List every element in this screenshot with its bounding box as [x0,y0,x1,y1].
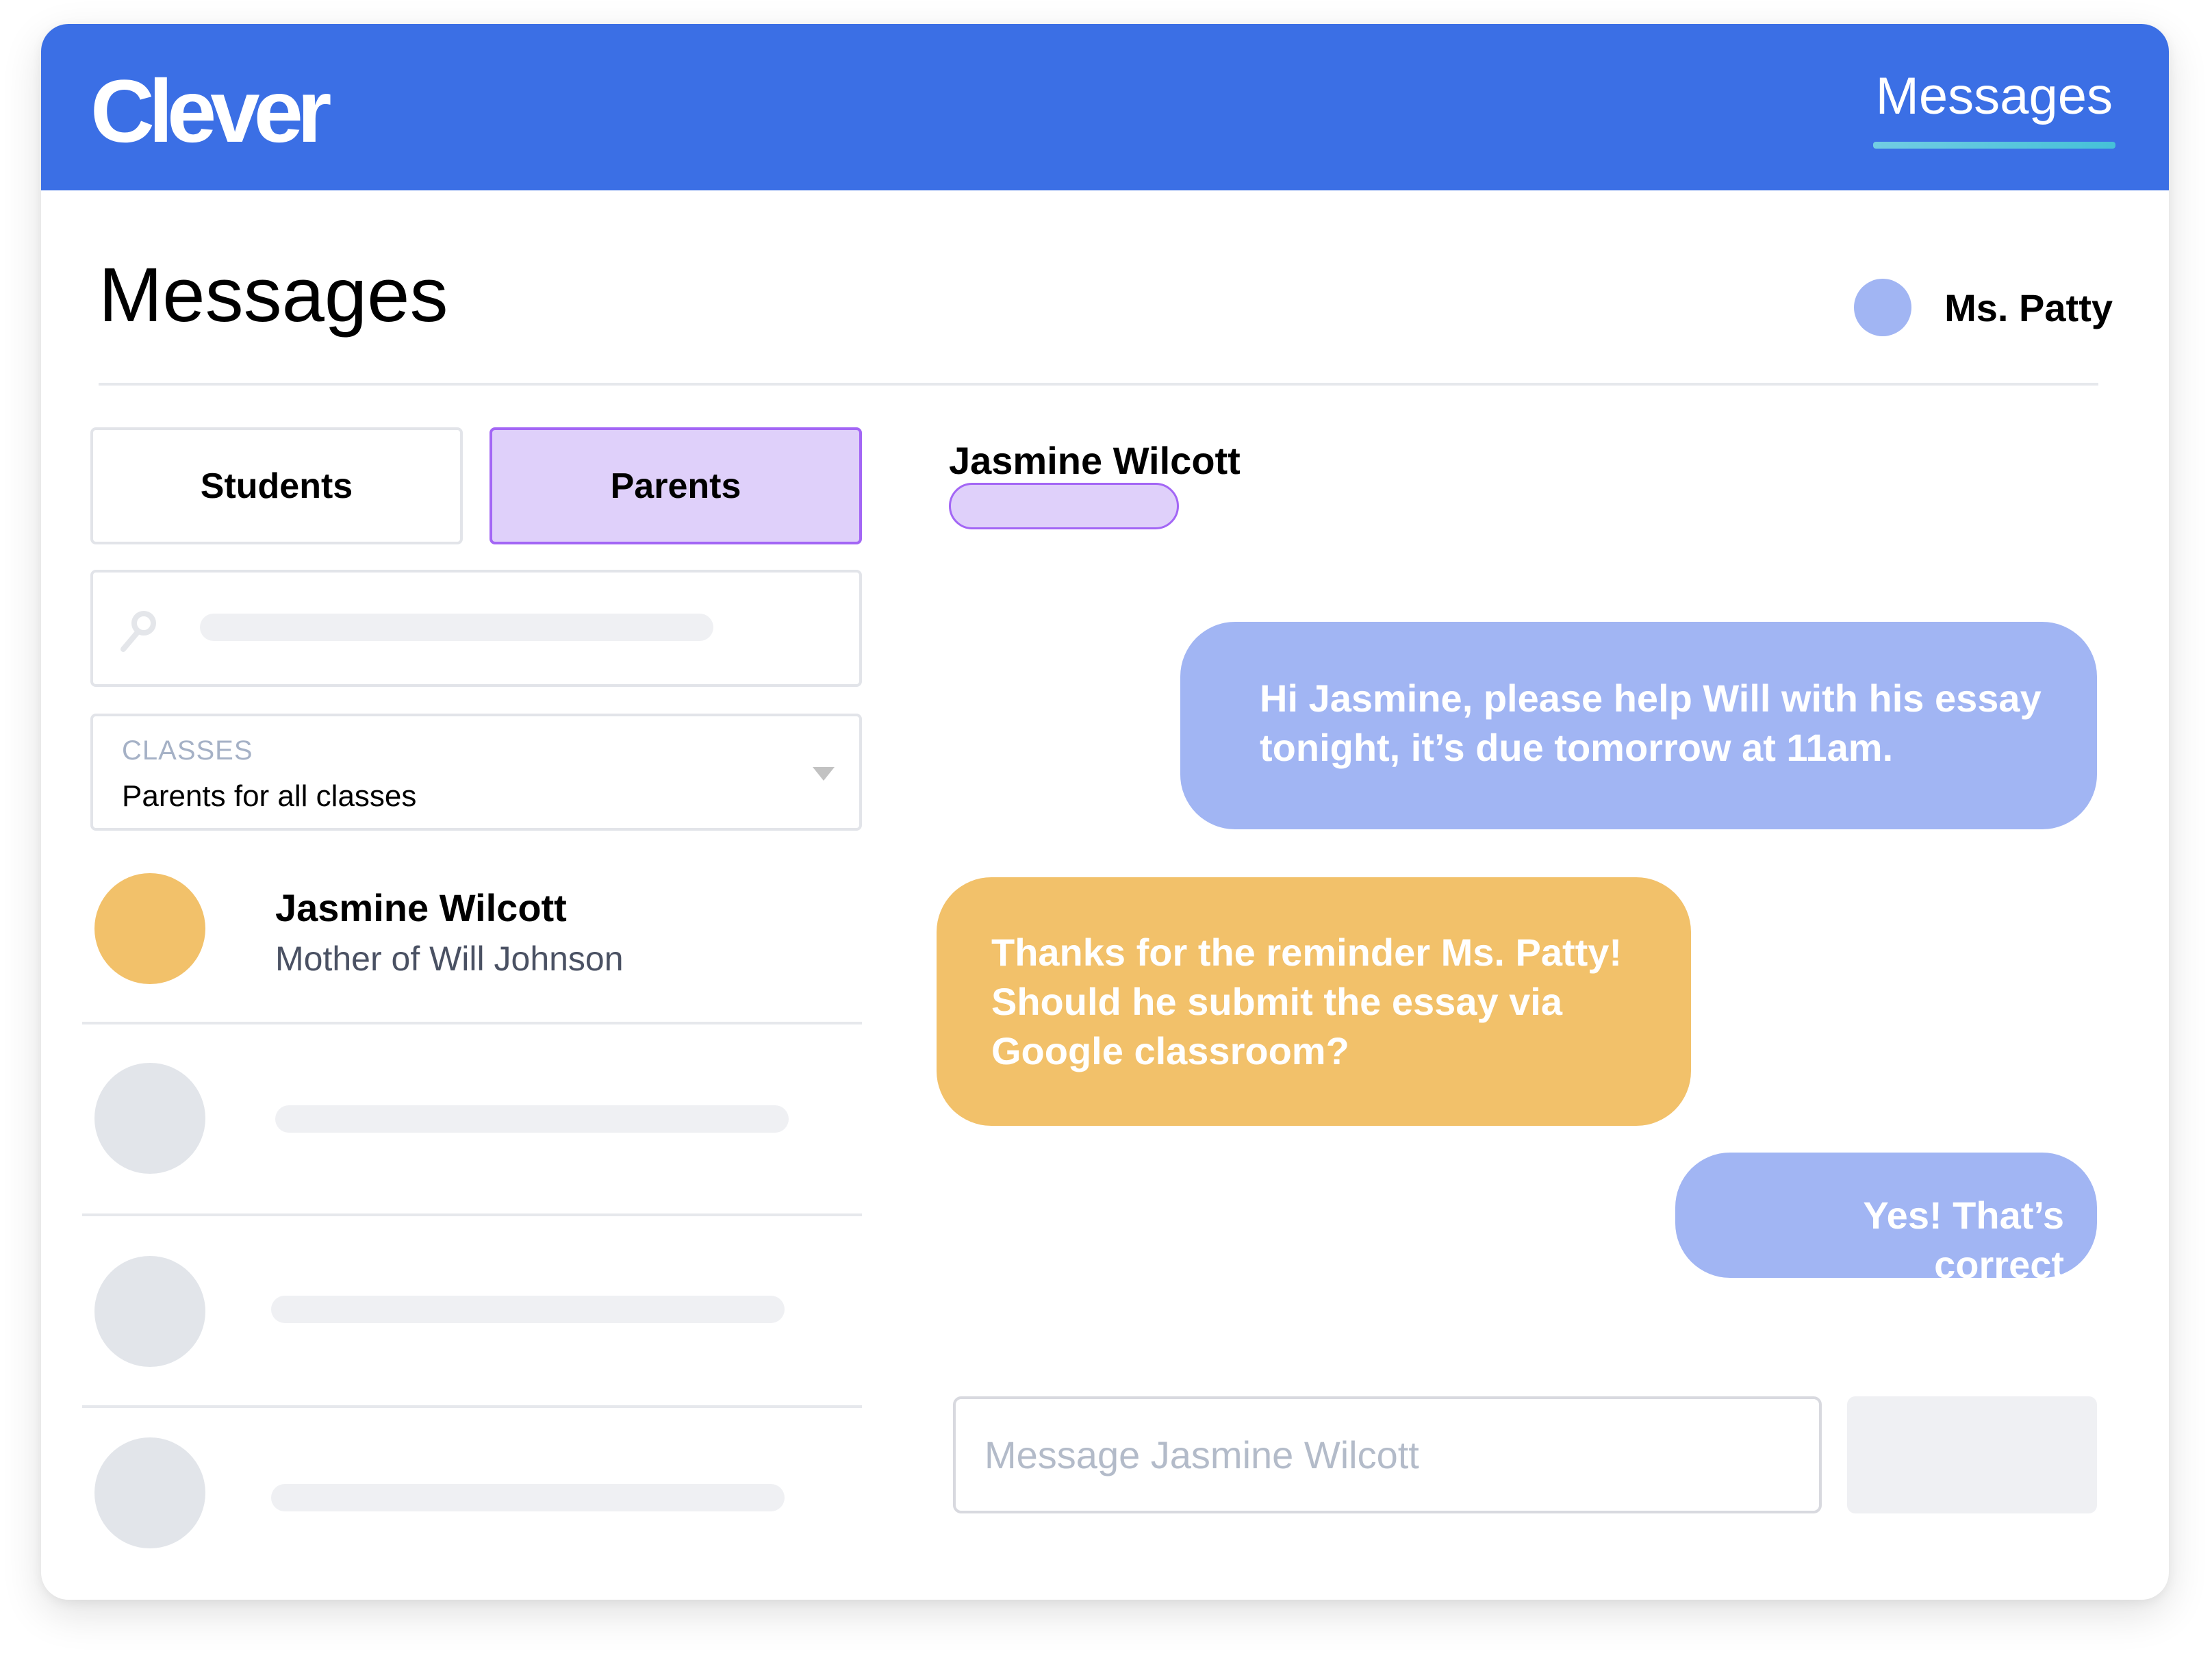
nav-tab-messages-label: Messages [1875,67,2113,125]
search-input[interactable] [90,570,862,687]
classes-dropdown[interactable]: CLASSES Parents for all classes [90,714,862,831]
conversation-contact-name: Jasmine Wilcott [949,439,1241,482]
list-divider [82,1022,862,1024]
contact-name-skeleton [275,1105,789,1133]
avatar [94,1063,205,1174]
avatar [94,1256,205,1367]
nav-tab-messages[interactable]: Messages [1872,71,2115,149]
avatar [94,1437,205,1548]
tab-students-label: Students [200,466,353,506]
classes-selected-value: Parents for all classes [122,779,417,813]
chevron-down-icon [813,767,835,781]
search-placeholder-skeleton [200,614,713,641]
tab-parents-label: Parents [610,466,741,506]
header-divider [99,383,2098,386]
classes-label: CLASSES [122,735,253,766]
avatar [1854,279,1912,336]
contact-name-skeleton [271,1484,785,1511]
list-divider [82,1213,862,1216]
contact-list-item[interactable]: Jasmine Wilcott Mother of Will Johnson [82,873,862,1051]
top-navigation-bar: Clever Messages [41,24,2169,190]
contact-name-skeleton [271,1296,785,1323]
search-icon [120,611,156,652]
active-tab-underline [1872,142,2115,149]
tab-parents[interactable]: Parents [490,427,862,544]
contact-tag-pill [949,483,1179,529]
send-button[interactable] [1847,1396,2097,1513]
user-name: Ms. Patty [1944,286,2113,329]
contact-subtitle: Mother of Will Johnson [275,940,624,978]
avatar [94,873,205,984]
list-divider [82,1405,862,1408]
page-title: Messages [99,252,448,338]
user-menu[interactable]: Ms. Patty [1854,279,2113,336]
contact-list-item[interactable] [82,1437,862,1600]
contact-name: Jasmine Wilcott [275,886,567,929]
clever-logo[interactable]: Clever [90,66,331,155]
app-window: Clever Messages Messages Ms. Patty Stude… [41,24,2169,1600]
tab-students[interactable]: Students [90,427,463,544]
message-bubble-outgoing: Yes! That’s correct [1675,1153,2097,1286]
message-bubble-incoming: Thanks for the reminder Ms. Patty! Shoul… [937,877,1691,1126]
message-bubble-outgoing: Hi Jasmine, please help Will with his es… [1180,622,2097,829]
message-input[interactable] [953,1396,1822,1513]
